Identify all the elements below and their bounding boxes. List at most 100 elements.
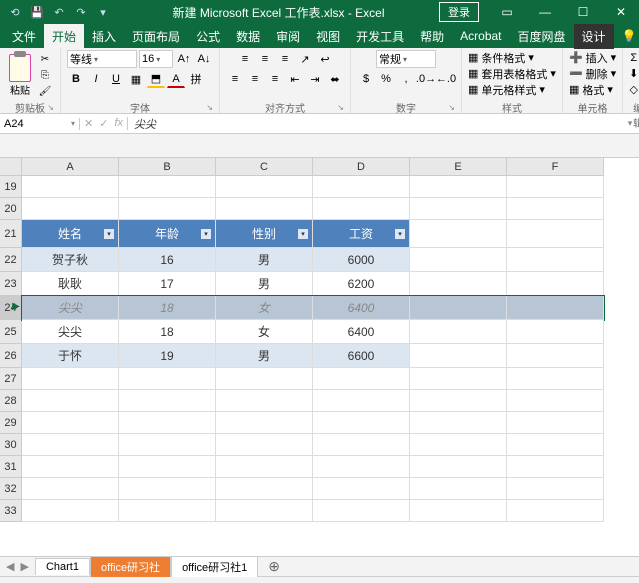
cell-F20[interactable] (507, 198, 604, 220)
insert-cells-button[interactable]: ➕ 插入 ▾ (569, 50, 616, 65)
tab-design[interactable]: 设计 (574, 24, 614, 49)
cell-F21[interactable] (507, 220, 604, 248)
cell-E28[interactable] (410, 390, 507, 412)
cell-A32[interactable] (22, 478, 119, 500)
cell-D26[interactable]: 6600 (313, 344, 410, 368)
cell-C22[interactable]: 男 (216, 248, 313, 272)
clear-button[interactable]: ◇ ▾ (630, 82, 639, 97)
cell-E20[interactable] (410, 198, 507, 220)
cell-D24[interactable]: 6400 (313, 296, 410, 320)
filter-drop-icon[interactable]: ▾ (103, 228, 115, 240)
colhead-D[interactable]: D (313, 158, 410, 176)
cell-C26[interactable]: 男 (216, 344, 313, 368)
align-top-icon[interactable]: ≡ (236, 50, 254, 68)
name-box[interactable]: A24▾ (0, 118, 80, 130)
filter-drop-icon[interactable]: ▾ (200, 228, 212, 240)
tab-nav-prev-icon[interactable]: ◀ (6, 560, 14, 573)
colhead-A[interactable]: A (22, 158, 119, 176)
align-launcher-icon[interactable]: ↘ (337, 103, 344, 112)
cell-B27[interactable] (119, 368, 216, 390)
add-sheet-button[interactable]: ⊕ (258, 556, 290, 577)
cell-A19[interactable] (22, 176, 119, 198)
enter-formula-icon[interactable]: ✓ (99, 117, 108, 130)
qat-more-icon[interactable]: ▾ (94, 3, 112, 21)
italic-icon[interactable]: I (87, 70, 105, 88)
font-name-combo[interactable]: 等线▾ (67, 50, 137, 68)
qat-undo-icon[interactable]: ↶ (50, 3, 68, 21)
rowhead-19[interactable]: 19 (0, 176, 22, 198)
bold-icon[interactable]: B (67, 70, 85, 88)
fx-icon[interactable]: fx (114, 117, 123, 130)
underline-icon[interactable]: U (107, 70, 125, 88)
rowhead-25[interactable]: 25 (0, 320, 22, 344)
cell-F33[interactable] (507, 500, 604, 522)
cell-E26[interactable] (410, 344, 507, 368)
cell-B25[interactable]: 18 (119, 320, 216, 344)
tab-file[interactable]: 文件 (4, 24, 44, 49)
cell-D19[interactable] (313, 176, 410, 198)
rowhead-33[interactable]: 33 (0, 500, 22, 522)
cell-A29[interactable] (22, 412, 119, 434)
rowhead-29[interactable]: 29 (0, 412, 22, 434)
cell-A31[interactable] (22, 456, 119, 478)
rowhead-20[interactable]: 20 (0, 198, 22, 220)
cell-C29[interactable] (216, 412, 313, 434)
cell-D20[interactable] (313, 198, 410, 220)
cell-E24[interactable] (410, 296, 507, 320)
cell-C19[interactable] (216, 176, 313, 198)
rowhead-26[interactable]: 26 (0, 344, 22, 368)
tab-help[interactable]: 帮助 (412, 24, 452, 49)
cell-C25[interactable]: 女 (216, 320, 313, 344)
sheet-tab-chart1[interactable]: Chart1 (35, 558, 90, 575)
qat-redo-icon[interactable]: ↷ (72, 3, 90, 21)
cell-B31[interactable] (119, 456, 216, 478)
cell-D28[interactable] (313, 390, 410, 412)
align-right-icon[interactable]: ≡ (266, 70, 284, 88)
tab-review[interactable]: 审阅 (268, 24, 308, 49)
cell-C20[interactable] (216, 198, 313, 220)
align-center-icon[interactable]: ≡ (246, 70, 264, 88)
align-bottom-icon[interactable]: ≡ (276, 50, 294, 68)
tab-baidu[interactable]: 百度网盘 (510, 24, 574, 49)
cell-F24[interactable] (507, 296, 604, 320)
cell-F23[interactable] (507, 272, 604, 296)
rowhead-30[interactable]: 30 (0, 434, 22, 456)
sheet-tab-office2[interactable]: office研习社1 (171, 556, 258, 577)
cell-C27[interactable] (216, 368, 313, 390)
cell-A21[interactable]: 姓名▾ (22, 220, 119, 248)
cell-B22[interactable]: 16 (119, 248, 216, 272)
cell-B24[interactable]: 18 (119, 296, 216, 320)
cell-A30[interactable] (22, 434, 119, 456)
rowhead-31[interactable]: 31 (0, 456, 22, 478)
cell-F30[interactable] (507, 434, 604, 456)
rowhead-23[interactable]: 23 (0, 272, 22, 296)
paste-button[interactable]: 粘贴 (6, 51, 34, 99)
number-launcher-icon[interactable]: ↘ (448, 103, 455, 112)
colhead-B[interactable]: B (119, 158, 216, 176)
cell-A28[interactable] (22, 390, 119, 412)
autosave-icon[interactable]: ⟲ (6, 3, 24, 21)
cell-D32[interactable] (313, 478, 410, 500)
cell-A22[interactable]: 贺子秋 (22, 248, 119, 272)
phonetic-icon[interactable]: 拼 (187, 70, 205, 88)
cell-C23[interactable]: 男 (216, 272, 313, 296)
cell-E21[interactable] (410, 220, 507, 248)
indent-inc-icon[interactable]: ⇥ (306, 70, 324, 88)
clipboard-launcher-icon[interactable]: ↘ (47, 103, 54, 112)
decrease-font-icon[interactable]: A↓ (195, 50, 213, 68)
fill-button[interactable]: ⬇ ▾ (629, 66, 639, 81)
cell-B29[interactable] (119, 412, 216, 434)
cell-D29[interactable] (313, 412, 410, 434)
delete-cells-button[interactable]: ➖ 删除 ▾ (569, 66, 616, 81)
cell-D33[interactable] (313, 500, 410, 522)
tab-developer[interactable]: 开发工具 (348, 24, 412, 49)
cancel-formula-icon[interactable]: ✕ (84, 117, 93, 130)
cell-D23[interactable]: 6200 (313, 272, 410, 296)
cell-E22[interactable] (410, 248, 507, 272)
tab-home[interactable]: 开始 (44, 24, 84, 49)
currency-icon[interactable]: $ (357, 70, 375, 88)
login-button[interactable]: 登录 (439, 2, 479, 22)
rowhead-32[interactable]: 32 (0, 478, 22, 500)
cut-icon[interactable]: ✂ (36, 52, 54, 66)
cell-D22[interactable]: 6000 (313, 248, 410, 272)
